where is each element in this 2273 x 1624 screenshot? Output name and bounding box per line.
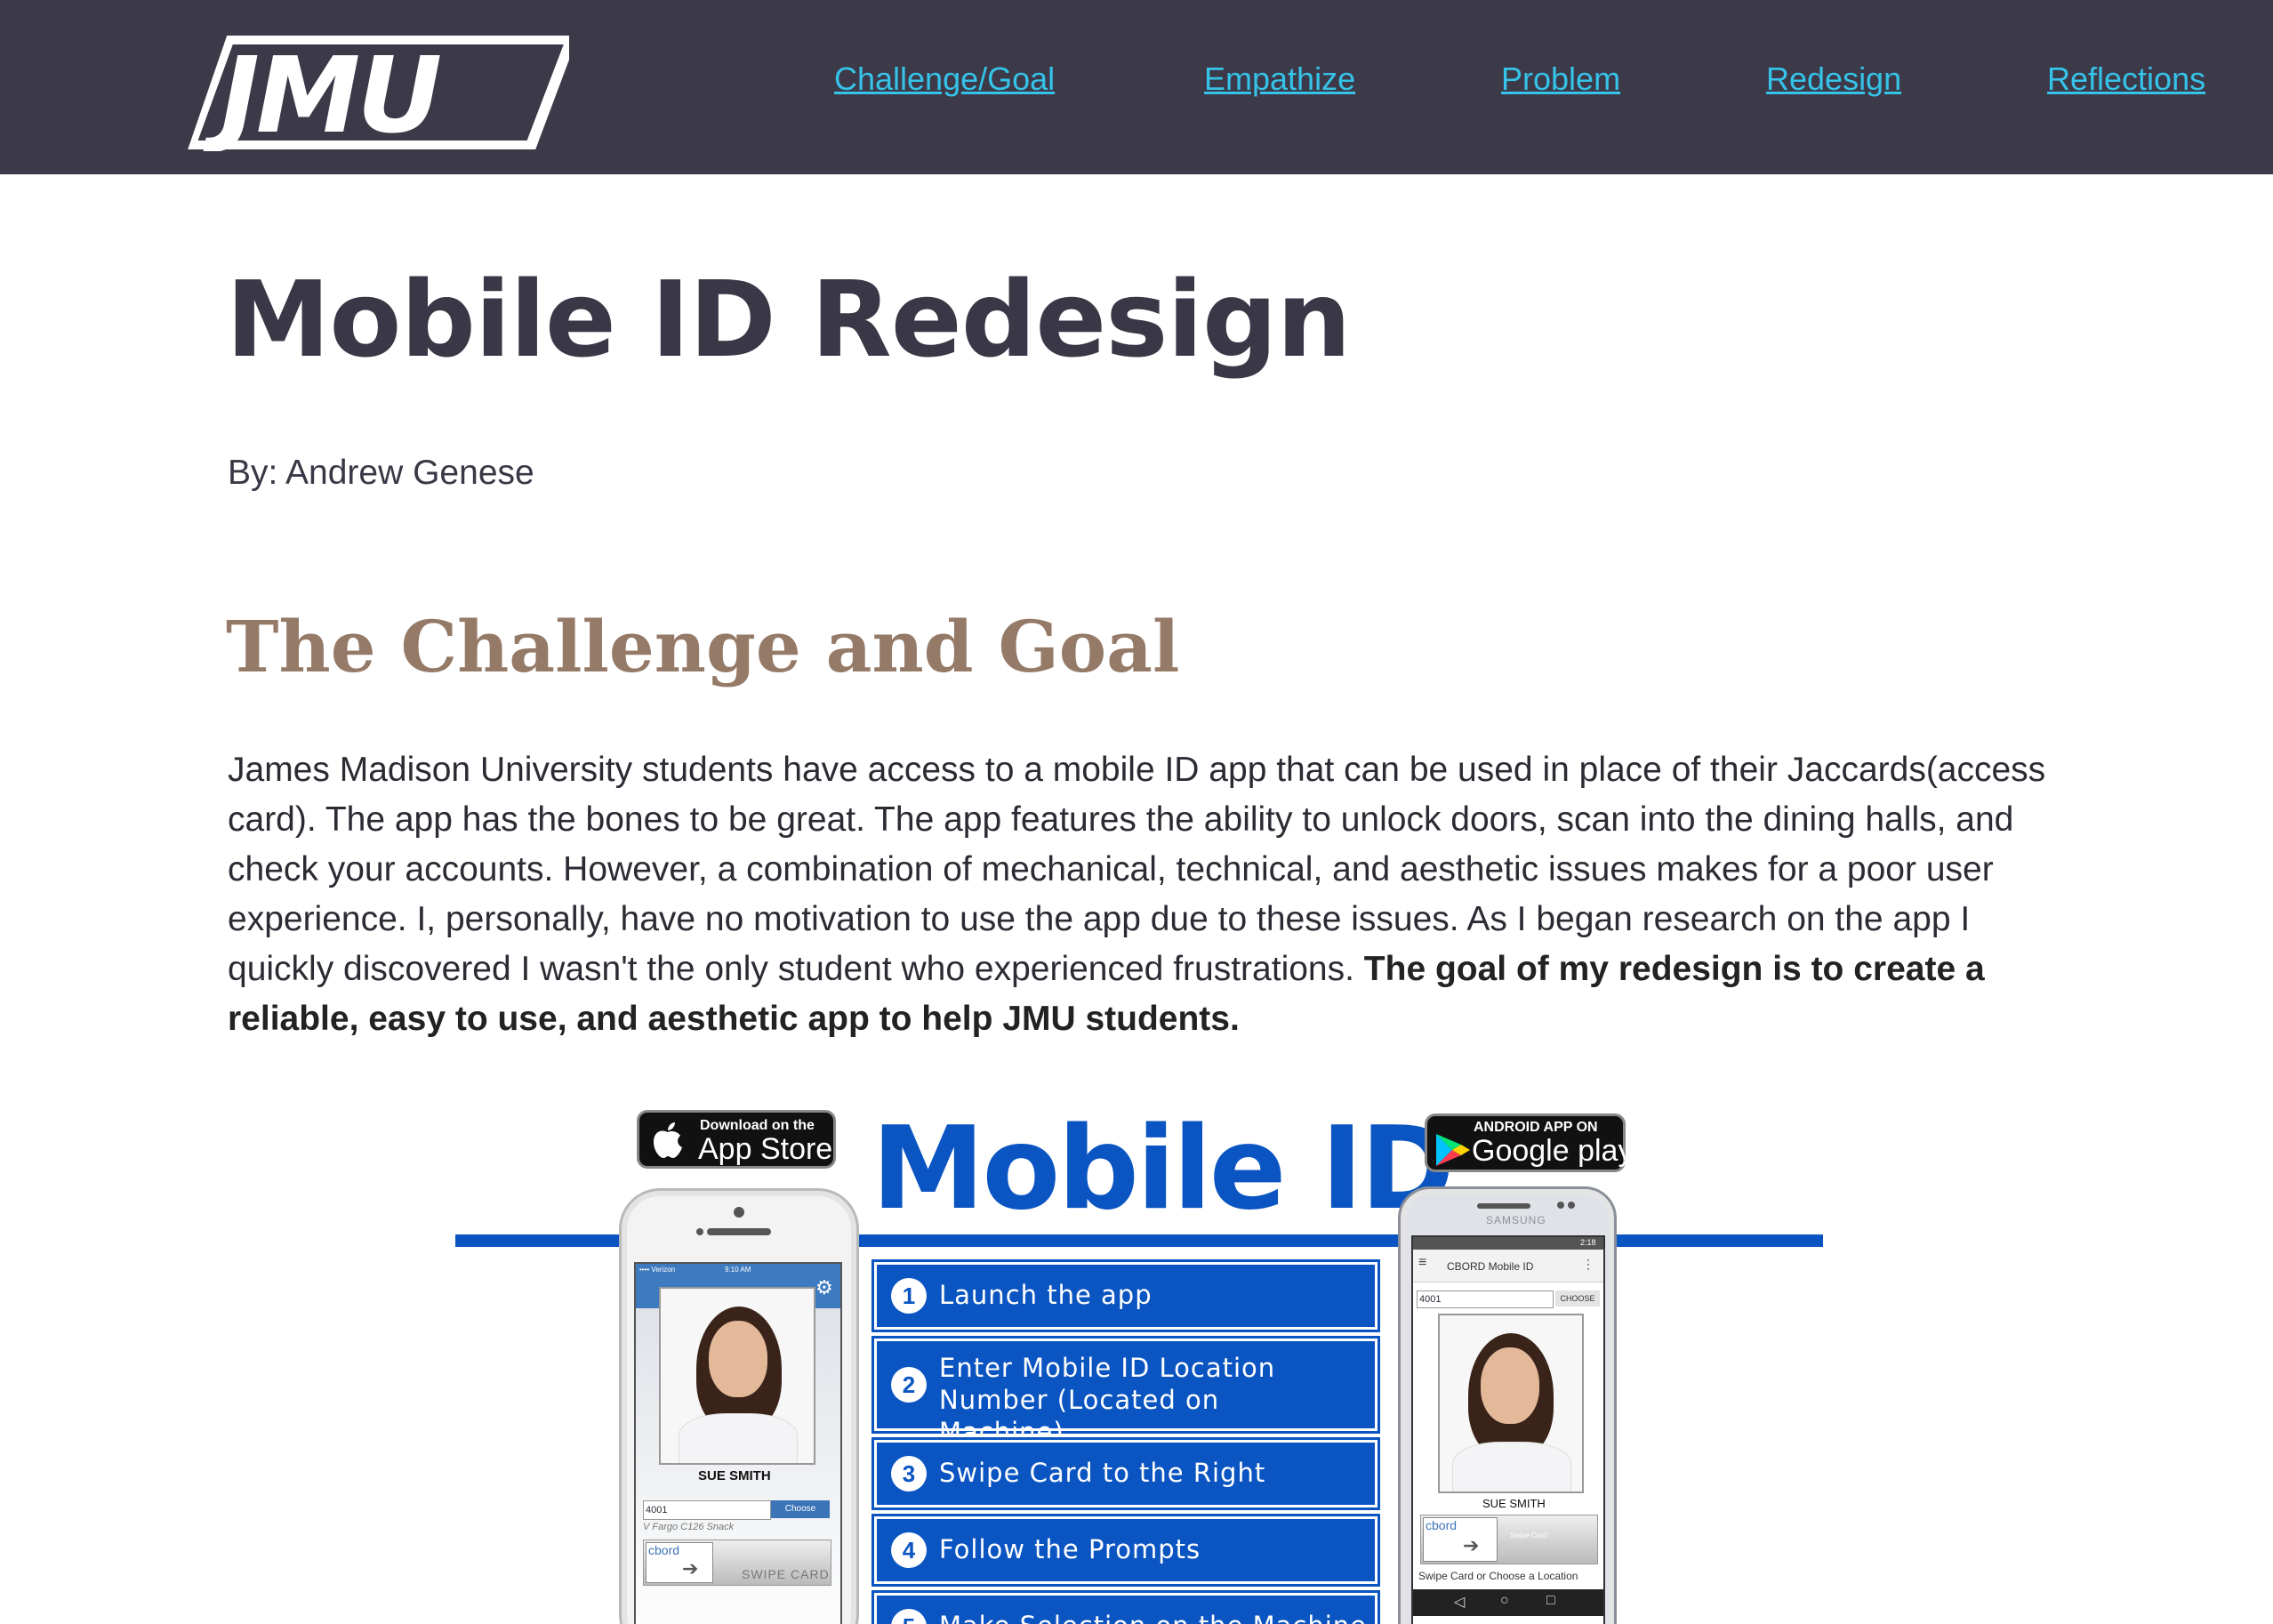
google-play-badge[interactable]: ANDROID APP ON Google play — [1425, 1113, 1633, 1172]
step-item: 5 Make Selection on the Machine — [877, 1596, 1375, 1624]
step-number: 3 — [891, 1456, 927, 1491]
android-status-bar — [1413, 1237, 1603, 1250]
ios-swipe-card-slider[interactable]: cbord ➔ SWIPE CARD — [643, 1540, 831, 1586]
arrow-right-icon: ➔ — [1463, 1534, 1480, 1556]
android-swipe-card-slider[interactable]: cbord ➔ Swipe Card — [1420, 1515, 1598, 1564]
recents-icon[interactable]: □ — [1546, 1593, 1555, 1609]
android-nav-bar: ◁ ○ □ — [1413, 1589, 1603, 1616]
android-mockup: SAMSUNG 2:18 ≡ CBORD Mobile ID ⋮ 4001 CH… — [1398, 1186, 1617, 1624]
step-number: 5 — [891, 1609, 927, 1624]
id-photo — [659, 1287, 815, 1465]
intro-paragraph: James Madison University students have a… — [228, 745, 2060, 1044]
ios-swipe-card[interactable]: cbord ➔ — [646, 1542, 713, 1583]
step-number: 1 — [891, 1278, 927, 1314]
id-photo — [1438, 1314, 1584, 1493]
iphone-screen: •••• Verizon 9:10 AM ⚙ SUE SMITH 4001 Ch… — [634, 1262, 842, 1624]
camera-dot — [1557, 1202, 1564, 1209]
ios-cbord-brand: cbord — [648, 1543, 680, 1557]
ios-carrier: •••• Verizon — [639, 1266, 676, 1274]
step-text: Enter Mobile ID Location Number (Located… — [939, 1353, 1276, 1447]
step-number: 4 — [891, 1532, 927, 1568]
android-choose-button[interactable]: CHOOSE — [1555, 1290, 1600, 1306]
step-item: 3 Swipe Card to the Right — [877, 1443, 1375, 1505]
sensor-dot — [696, 1228, 703, 1235]
nav-link-redesign[interactable]: Redesign — [1766, 60, 1901, 98]
ios-location-name: V Fargo C126 Snack — [643, 1522, 735, 1532]
camera-dot — [734, 1207, 744, 1218]
app-store-badge[interactable]: Download on the App Store — [637, 1110, 836, 1169]
app-store-big-text: App Store — [698, 1132, 833, 1166]
android-location-value: 4001 — [1419, 1294, 1442, 1305]
speaker — [1477, 1203, 1530, 1209]
android-swipe-label: Swipe Card — [1510, 1532, 1547, 1540]
main-nav: Challenge/Goal Empathize Problem Redesig… — [0, 60, 2273, 114]
google-play-big-text: Google play — [1472, 1134, 1634, 1168]
mobile-id-infographic: Download on the App Store Mobile ID ANDR… — [454, 1103, 1823, 1624]
infographic-heading: Mobile ID — [871, 1103, 1455, 1235]
arrow-right-icon: ➔ — [682, 1557, 699, 1580]
android-app-title: CBORD Mobile ID — [1447, 1260, 1534, 1273]
back-icon[interactable]: ◁ — [1454, 1593, 1465, 1611]
android-brand: SAMSUNG — [1486, 1214, 1546, 1226]
step-text: Launch the app — [939, 1280, 1153, 1310]
step-number: 2 — [891, 1367, 927, 1403]
menu-icon[interactable]: ≡ — [1418, 1255, 1426, 1271]
sensor-dot — [1568, 1202, 1575, 1209]
nav-link-problem[interactable]: Problem — [1501, 60, 1620, 98]
google-play-icon — [1436, 1134, 1470, 1166]
section-title-challenge-goal: The Challenge and Goal — [226, 605, 1180, 688]
iphone-mockup: •••• Verizon 9:10 AM ⚙ SUE SMITH 4001 Ch… — [619, 1188, 859, 1624]
step-item: 2 Enter Mobile ID Location Number (Locat… — [877, 1341, 1375, 1447]
id-holder-name: SUE SMITH — [698, 1468, 771, 1483]
android-swipe-card[interactable]: cbord ➔ — [1423, 1517, 1498, 1562]
settings-gear-icon[interactable]: ⚙ — [815, 1276, 833, 1299]
apple-icon — [654, 1122, 682, 1158]
android-screen: 2:18 ≡ CBORD Mobile ID ⋮ 4001 CHOOSE SUE… — [1411, 1235, 1605, 1624]
step-text: Swipe Card to the Right — [939, 1458, 1266, 1488]
nav-link-empathize[interactable]: Empathize — [1204, 60, 1355, 98]
android-time: 2:18 — [1580, 1238, 1596, 1247]
ios-swipe-label: SWIPE CARD — [742, 1567, 830, 1581]
android-cbord-brand: cbord — [1426, 1518, 1458, 1532]
step-item: 1 Launch the app — [877, 1265, 1375, 1327]
ios-time: 9:10 AM — [725, 1266, 751, 1274]
step-text: Follow the Prompts — [939, 1534, 1201, 1564]
ios-location-value: 4001 — [646, 1505, 668, 1515]
android-location-input[interactable]: 4001 — [1417, 1290, 1554, 1308]
step-text: Make Selection on the Machine — [939, 1610, 1367, 1624]
speaker — [707, 1228, 771, 1235]
android-footer-text: Swipe Card or Choose a Location — [1418, 1570, 1578, 1582]
id-holder-name: SUE SMITH — [1482, 1497, 1546, 1510]
ios-choose-button[interactable]: Choose — [771, 1500, 830, 1518]
top-nav-bar: JMU Challenge/Goal Empathize Problem Red… — [0, 0, 2273, 174]
more-vert-icon[interactable]: ⋮ — [1582, 1257, 1594, 1272]
author-byline: By: Andrew Genese — [228, 454, 534, 492]
nav-link-challenge-goal[interactable]: Challenge/Goal — [834, 60, 1055, 98]
step-item: 4 Follow the Prompts — [877, 1519, 1375, 1581]
page-title: Mobile ID Redesign — [226, 258, 1351, 381]
home-icon[interactable]: ○ — [1500, 1593, 1509, 1609]
nav-link-reflections[interactable]: Reflections — [2047, 60, 2205, 98]
ios-location-input[interactable]: 4001 — [643, 1500, 771, 1520]
